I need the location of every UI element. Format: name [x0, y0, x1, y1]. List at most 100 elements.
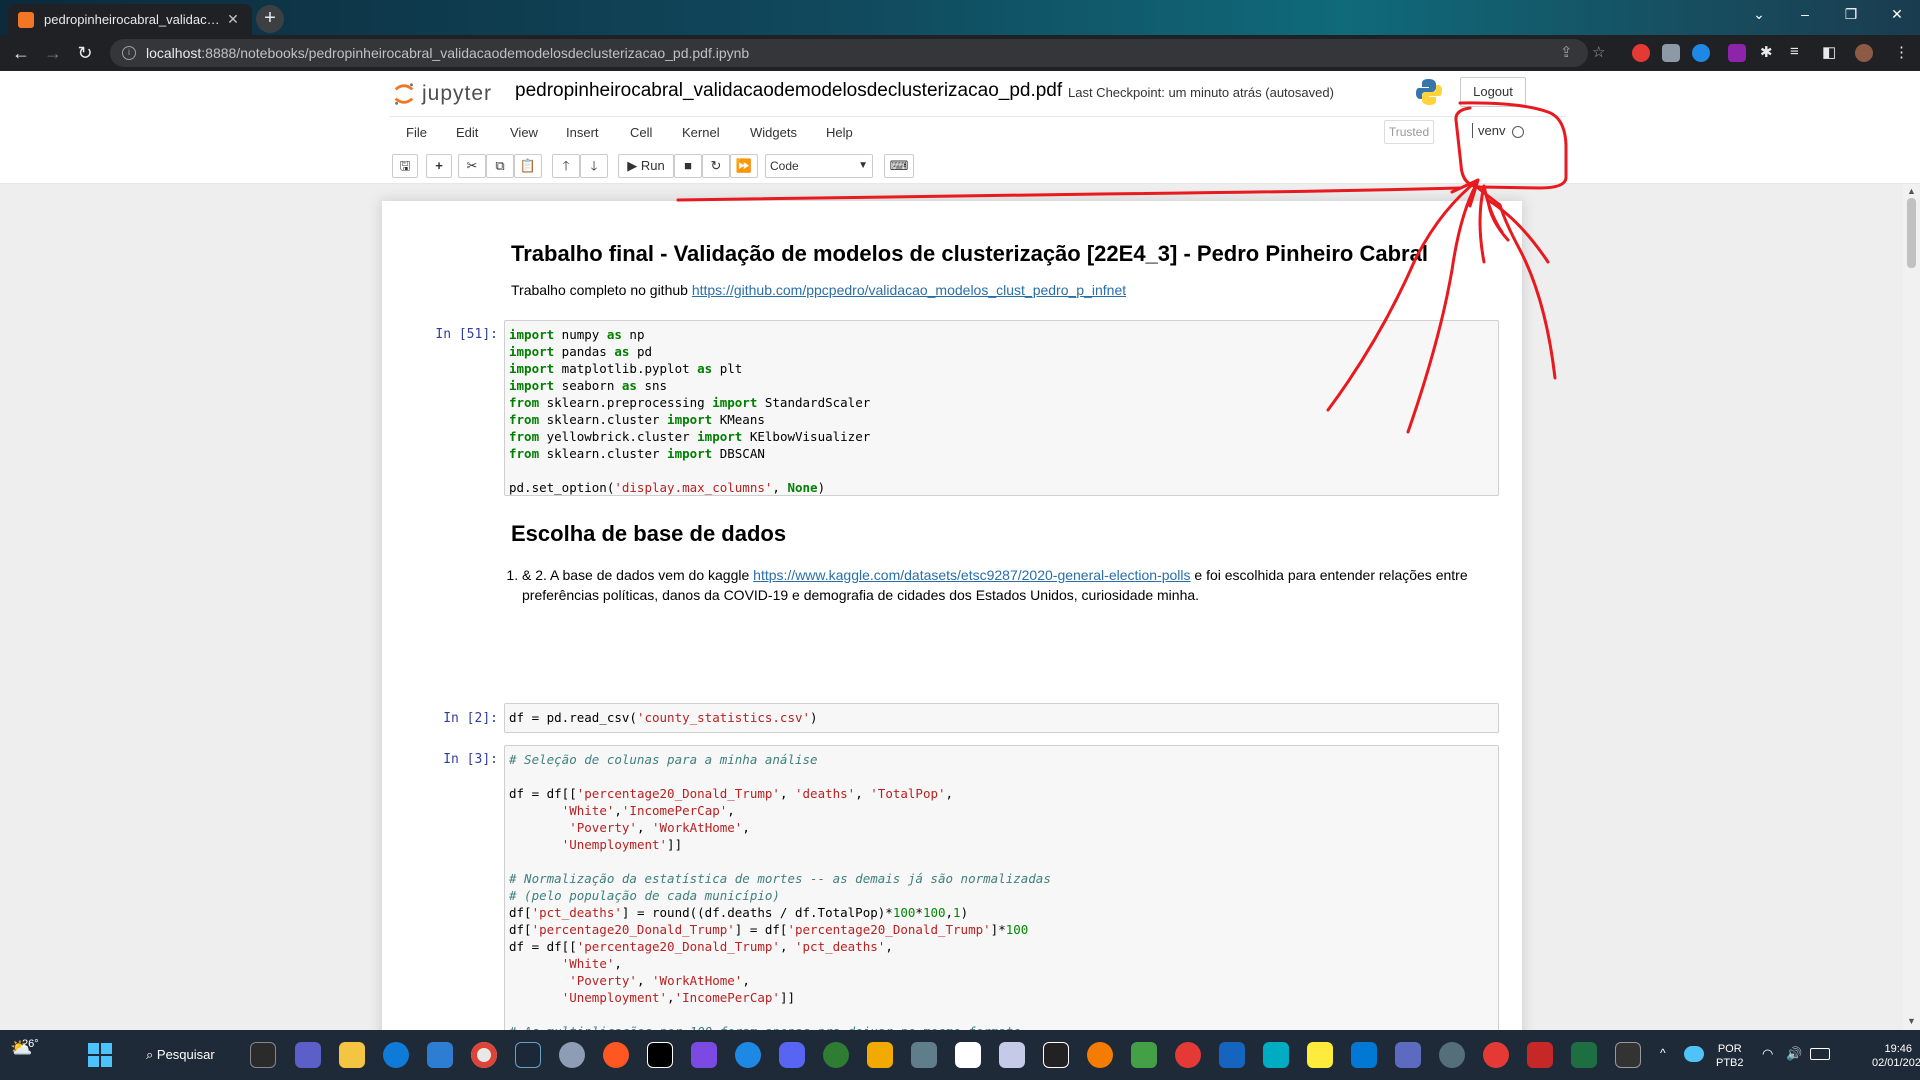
menu-help[interactable]: Help	[826, 125, 853, 140]
notebook-name[interactable]: pedropinheirocabral_validacaodemodelosde…	[515, 80, 1062, 102]
restart-run-all-icon[interactable]: ⏩	[730, 154, 758, 178]
calculator-icon[interactable]	[911, 1042, 937, 1068]
menu-cell[interactable]: Cell	[630, 125, 652, 140]
xbox-icon[interactable]	[823, 1042, 849, 1068]
site-info-icon[interactable]: i	[122, 46, 136, 60]
anaconda-icon[interactable]	[1439, 1042, 1465, 1068]
close-window-button[interactable]: ✕	[1874, 0, 1920, 30]
chrome-icon[interactable]	[471, 1042, 497, 1068]
save-icon[interactable]: 🖫	[392, 154, 418, 178]
kernel-name[interactable]: venv	[1472, 123, 1505, 138]
tray-chevron-up-icon[interactable]: ^	[1660, 1046, 1676, 1062]
back-arrow-icon[interactable]: ←	[8, 41, 34, 67]
extensions-puzzle-icon[interactable]: ✱	[1760, 43, 1773, 61]
media-control-icon[interactable]: ≡	[1790, 43, 1799, 60]
epic-games-icon[interactable]	[1043, 1042, 1069, 1068]
origin-icon[interactable]	[603, 1042, 629, 1068]
keyboard-icon[interactable]: ⌨	[884, 154, 914, 178]
cell-type-select[interactable]: Code ▼	[765, 154, 873, 178]
weather-widget[interactable]: ⛅ 26°	[10, 1038, 39, 1059]
code-cell-imports[interactable]: import numpy as np import pandas as pd i…	[504, 320, 1499, 496]
scroll-up-icon[interactable]: ▲	[1907, 186, 1916, 196]
teams-icon[interactable]	[295, 1042, 321, 1068]
scrollbar-thumb[interactable]	[1907, 198, 1916, 268]
steam-icon[interactable]	[515, 1042, 541, 1068]
code-cell-select-columns[interactable]: # Seleção de colunas para a minha anális…	[504, 745, 1499, 1030]
minimize-button[interactable]: –	[1782, 0, 1828, 30]
app-c-icon[interactable]	[1263, 1042, 1289, 1068]
kaggle-link[interactable]: https://www.kaggle.com/datasets/etsc9287…	[753, 567, 1190, 583]
menu-file[interactable]: File	[406, 125, 427, 140]
extension-m-icon[interactable]	[1662, 44, 1680, 62]
run-button[interactable]: ▶ Run	[618, 154, 674, 178]
menu-edit[interactable]: Edit	[456, 125, 478, 140]
winrar-icon[interactable]	[1527, 1042, 1553, 1068]
volume-icon[interactable]: 🔊	[1786, 1046, 1804, 1064]
excel-icon[interactable]	[1571, 1042, 1597, 1068]
vscode-icon[interactable]	[1351, 1042, 1377, 1068]
trusted-indicator[interactable]: Trusted	[1384, 120, 1434, 144]
stop-icon[interactable]: ■	[674, 154, 702, 178]
snipping-tool-icon[interactable]	[999, 1042, 1025, 1068]
tab-search-icon[interactable]: ⌄	[1736, 0, 1782, 30]
terminal-app-icon[interactable]	[955, 1042, 981, 1068]
cut-icon[interactable]: ✂	[458, 154, 486, 178]
more-menu-icon[interactable]: ⋮	[1894, 43, 1909, 61]
game-launcher-icon[interactable]	[1087, 1042, 1113, 1068]
insert-cell-icon[interactable]: +	[426, 154, 452, 178]
extension-wave-icon[interactable]	[1692, 44, 1710, 62]
profile-avatar[interactable]	[1855, 44, 1873, 62]
code-cell-read-csv[interactable]: df = pd.read_csv('county_statistics.csv'…	[504, 703, 1499, 733]
discord-icon[interactable]	[779, 1042, 805, 1068]
task-view-icon[interactable]	[250, 1042, 276, 1068]
ea-app-icon[interactable]	[1175, 1042, 1201, 1068]
obsidian-icon[interactable]	[691, 1042, 717, 1068]
store-icon[interactable]	[427, 1042, 453, 1068]
restore-button[interactable]: ❐	[1828, 0, 1874, 30]
forward-arrow-icon[interactable]: →	[40, 41, 66, 67]
start-button[interactable]	[88, 1043, 112, 1067]
reload-icon[interactable]: ↻	[72, 41, 98, 67]
vertical-scrollbar[interactable]: ▲ ▼	[1903, 184, 1920, 1030]
share-icon[interactable]: ⇪	[1560, 43, 1573, 61]
logout-button[interactable]: Logout	[1460, 77, 1526, 107]
side-panel-icon[interactable]: ◧	[1822, 43, 1836, 61]
settings-gear-icon[interactable]	[559, 1042, 585, 1068]
wifi-icon[interactable]: ◠	[1762, 1046, 1780, 1064]
bookmark-star-icon[interactable]: ☆	[1592, 43, 1605, 61]
menu-insert[interactable]: Insert	[566, 125, 599, 140]
copy-icon[interactable]: ⧉	[486, 154, 514, 178]
taskbar-search[interactable]: ⌕ Pesquisar	[136, 1040, 246, 1070]
new-tab-button[interactable]: +	[256, 5, 284, 33]
onenote-icon[interactable]	[1219, 1042, 1245, 1068]
app-list-icon[interactable]	[1395, 1042, 1421, 1068]
xbox-game-bar-icon[interactable]	[1131, 1042, 1157, 1068]
onedrive-icon[interactable]	[1684, 1046, 1704, 1062]
move-up-icon[interactable]: 🡑	[552, 154, 580, 178]
extension-shield-icon[interactable]	[1728, 44, 1746, 62]
menu-view[interactable]: View	[510, 125, 538, 140]
battery-icon[interactable]	[1810, 1048, 1830, 1060]
edge-icon[interactable]	[383, 1042, 409, 1068]
browser-tab[interactable]: pedropinheirocabral_validacaode ✕	[8, 4, 252, 35]
menu-widgets[interactable]: Widgets	[750, 125, 797, 140]
paste-icon[interactable]: 📋	[514, 154, 542, 178]
github-link[interactable]: https://github.com/ppcpedro/validacao_mo…	[692, 282, 1126, 298]
close-tab-icon[interactable]: ✕	[224, 11, 242, 28]
input-language[interactable]: POR PTB2	[1716, 1042, 1744, 1070]
battle-net-icon[interactable]	[735, 1042, 761, 1068]
rockstar-icon[interactable]	[867, 1042, 893, 1068]
notepad-icon[interactable]	[1307, 1042, 1333, 1068]
jupyter-logo[interactable]: jupyter	[392, 79, 492, 109]
menu-kernel[interactable]: Kernel	[682, 125, 720, 140]
move-down-icon[interactable]: 🡓	[580, 154, 608, 178]
system-clock[interactable]: 19:46 02/01/2023	[1872, 1042, 1920, 1070]
scroll-down-icon[interactable]: ▼	[1907, 1016, 1916, 1026]
address-bar[interactable]: i localhost :8888/notebooks/pedropinheir…	[110, 39, 1588, 67]
restart-icon[interactable]: ↻	[702, 154, 730, 178]
file-explorer-icon[interactable]	[339, 1042, 365, 1068]
media-player-icon[interactable]	[1483, 1042, 1509, 1068]
command-prompt-icon[interactable]	[1615, 1042, 1641, 1068]
extension-icon[interactable]	[1632, 44, 1650, 62]
app-a-icon[interactable]	[647, 1042, 673, 1068]
